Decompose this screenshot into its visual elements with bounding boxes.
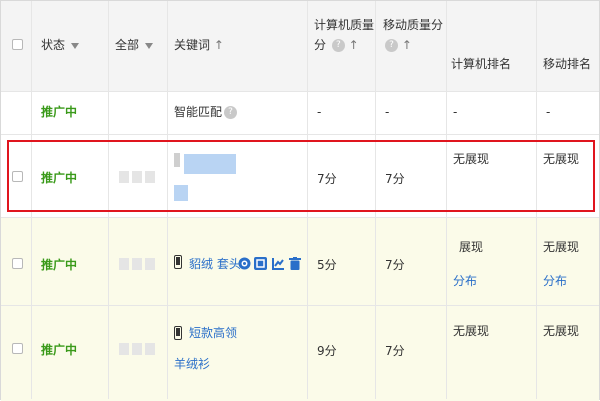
mobile-rank-value: 无展现: [543, 324, 580, 338]
pc-rank-value: -: [453, 105, 458, 119]
all-filter-header[interactable]: 全部: [115, 37, 154, 53]
pc-rank-value: 无展现: [453, 324, 490, 338]
pc-quality-value: 9分: [317, 344, 337, 358]
pc-quality-value: -: [317, 105, 322, 119]
highlight-box: [7, 140, 595, 212]
keyword-text: 智能匹配: [174, 105, 223, 119]
blurred-value: [145, 343, 155, 355]
blurred-value: [145, 258, 155, 270]
status-text: 推广中: [41, 258, 78, 272]
blurred-value: [132, 258, 142, 270]
select-all-checkbox[interactable]: [12, 39, 23, 50]
blurred-value: [119, 258, 129, 270]
mobile-rank-header: 移动排名: [543, 57, 592, 71]
keyword-table: 状态 全部 关键词 ↑ 计算机质量分 ? ↑ 移动质量分 ? ↑ 计算机排名 移…: [0, 0, 600, 401]
status-filter-header[interactable]: 状态: [41, 37, 80, 53]
status-header-label: 状态: [41, 38, 66, 52]
row-checkbox[interactable]: [12, 343, 23, 354]
chevron-down-icon: [71, 42, 80, 49]
pc-rank-distribution-link[interactable]: 分布: [453, 273, 477, 289]
chart-icon[interactable]: [272, 257, 285, 271]
pc-rank-header: 计算机排名: [451, 57, 512, 71]
mobile-quality-value: -: [385, 105, 390, 119]
status-text: 推广中: [41, 343, 78, 357]
status-text: 推广中: [41, 105, 78, 119]
mobile-device-icon: [174, 326, 187, 340]
table-header: [1, 1, 599, 91]
help-icon[interactable]: ?: [331, 39, 345, 52]
all-header-label: 全部: [115, 38, 140, 52]
keyword-link[interactable]: 短款高领: [189, 325, 237, 341]
target-icon[interactable]: [238, 257, 251, 271]
trash-icon[interactable]: [289, 257, 302, 271]
sort-up-icon: ↑: [398, 38, 412, 52]
pc-quality-header[interactable]: 计算机质量分 ? ↑: [314, 15, 376, 55]
sort-up-icon: ↑: [344, 38, 359, 52]
pc-quality-value: 5分: [317, 258, 337, 272]
mobile-rank-distribution-link[interactable]: 分布: [543, 273, 567, 289]
mobile-quality-header[interactable]: 移动质量分 ? ↑: [383, 15, 445, 55]
blurred-value: [132, 343, 142, 355]
table-row-bg: [1, 306, 599, 401]
keyword-cell: 智能匹配?: [174, 104, 238, 120]
help-icon[interactable]: ?: [224, 106, 238, 119]
blurred-value: [119, 343, 129, 355]
pc-rank-value: 展现: [459, 240, 484, 254]
keyword-sort-header[interactable]: 关键词 ↑: [174, 37, 224, 53]
mobile-quality-value: 7分: [385, 258, 405, 272]
mobile-rank-value: 无展现: [543, 240, 580, 254]
row-checkbox[interactable]: [12, 258, 23, 269]
copy-icon[interactable]: [254, 257, 267, 271]
help-icon[interactable]: ?: [385, 39, 398, 52]
sort-up-icon: ↑: [210, 38, 224, 52]
keyword-link-line2[interactable]: 羊绒衫: [174, 356, 210, 372]
mobile-quality-value: 7分: [385, 344, 405, 358]
mobile-device-icon: [174, 255, 187, 269]
keyword-header-label: 关键词: [174, 38, 211, 52]
keyword-link[interactable]: 貂绒 套头: [189, 256, 241, 272]
mobile-rank-value: -: [546, 105, 551, 119]
mobile-quality-header-label: 移动质量分: [383, 18, 444, 32]
chevron-down-icon: [145, 42, 154, 49]
